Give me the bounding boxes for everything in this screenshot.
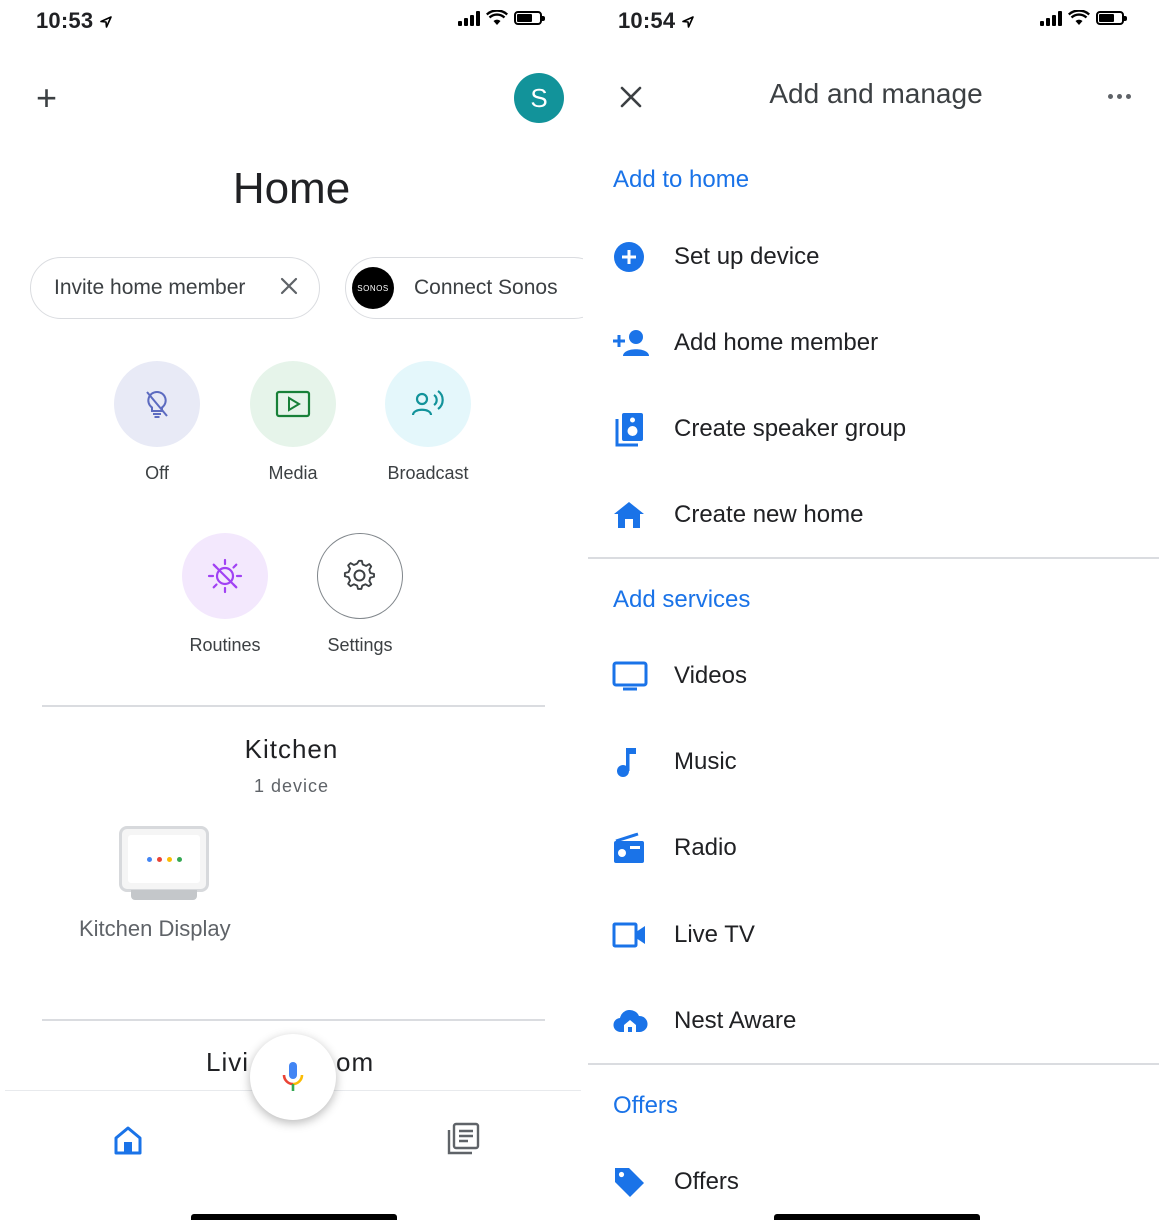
connect-sonos-chip[interactable]: SONOS Connect Sonos [345,257,583,319]
location-arrow-icon [100,16,113,28]
divider [42,1019,545,1021]
person-add-icon [613,330,649,356]
add-and-manage-screen: 10:54 Add and manage Add to home Set up … [588,0,1159,1220]
smart-display-icon [119,826,209,892]
chip-label: Connect Sonos [414,276,558,299]
media-action[interactable]: Media [233,361,353,484]
divider [42,705,545,707]
videocam-icon [612,922,645,948]
assistant-mic-button[interactable] [250,1034,336,1120]
item-label: Offers [674,1168,739,1195]
settings-label: Settings [327,635,393,655]
settings-action[interactable]: Settings [300,533,420,656]
tag-icon [615,1168,644,1197]
nest-aware-item[interactable]: Nest Aware [588,991,1159,1051]
add-button[interactable]: + [36,80,57,116]
wifi-icon [1068,10,1090,25]
item-label: Music [674,748,737,775]
music-note-icon [617,748,636,777]
music-item[interactable]: Music [588,732,1159,792]
tv-icon [612,661,648,691]
location-arrow-icon [682,16,695,28]
item-label: Create new home [674,501,864,528]
routines-label: Routines [189,635,261,655]
device-name: Kitchen Display [79,916,231,941]
item-label: Create speaker group [674,415,907,442]
speaker-group-icon [615,413,643,447]
light-off-icon [114,361,200,447]
divider [588,1063,1159,1065]
item-label: Videos [674,662,747,689]
section-offers: Offers [613,1092,678,1119]
room-title-partial-left: Livi [206,1047,250,1077]
home-indicator [774,1214,980,1220]
home-tab-icon[interactable] [111,1123,145,1157]
radio-icon [614,832,644,863]
broadcast-label: Broadcast [387,463,469,483]
create-speaker-group-item[interactable]: Create speaker group [588,399,1159,459]
home-indicator [191,1214,397,1220]
item-label: Nest Aware [674,1007,797,1034]
wifi-icon [486,10,508,25]
off-label: Off [145,463,169,483]
invite-home-member-chip[interactable]: Invite home member [30,257,320,319]
home-icon [614,502,644,528]
feed-tab-icon[interactable] [445,1121,481,1157]
videos-item[interactable]: Videos [588,646,1159,706]
set-up-device-item[interactable]: Set up device [588,227,1159,287]
room-title: Kitchen [244,734,339,764]
broadcast-action[interactable]: Broadcast [368,361,488,484]
item-label: Set up device [674,243,820,270]
add-home-member-item[interactable]: Add home member [588,313,1159,373]
room-device-count: 1 device [253,776,330,796]
item-label: Live TV [674,921,755,948]
chip-label: Invite home member [54,276,246,299]
home-screen: 10:53 + S Home Invite home member SONOS … [0,0,583,1220]
close-icon[interactable] [275,272,303,300]
status-icons [1040,10,1127,26]
cellular-signal-icon [1040,10,1062,26]
live-tv-item[interactable]: Live TV [588,905,1159,965]
room-title-partial-right: om [336,1047,375,1077]
cellular-signal-icon [458,10,480,26]
status-time: 10:54 [618,8,695,34]
status-icons [458,10,545,26]
routines-icon [182,533,268,619]
sonos-logo: SONOS [352,267,394,309]
section-add-services: Add services [613,586,751,613]
offers-item[interactable]: Offers [588,1152,1159,1212]
item-label: Add home member [674,329,879,356]
radio-item[interactable]: Radio [588,818,1159,878]
cloud-home-icon [613,1009,648,1033]
status-time: 10:53 [36,8,113,34]
routines-action[interactable]: Routines [165,533,285,656]
more-options-icon[interactable] [1108,94,1131,99]
divider [588,557,1159,559]
broadcast-icon [385,361,471,447]
battery-icon [1096,11,1127,25]
gear-icon [317,533,403,619]
page-title: Add and manage [769,78,983,109]
media-label: Media [268,463,318,483]
create-new-home-item[interactable]: Create new home [588,485,1159,545]
section-add-to-home: Add to home [613,166,750,193]
media-icon [250,361,336,447]
page-title: Home [232,164,351,213]
item-label: Radio [674,834,737,861]
off-action[interactable]: Off [97,361,217,484]
battery-icon [514,11,545,25]
microphone-icon [282,1062,304,1091]
account-avatar[interactable]: S [514,73,564,123]
add-circle-icon [614,242,644,272]
